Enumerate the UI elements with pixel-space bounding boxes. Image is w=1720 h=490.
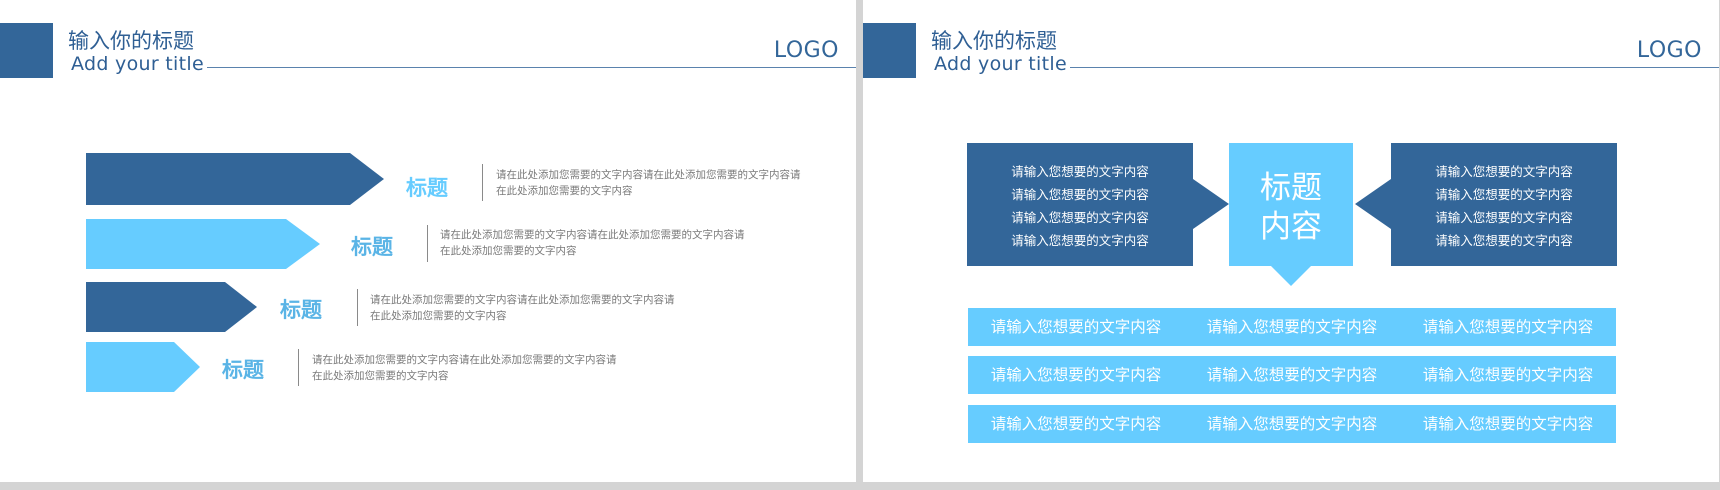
right-block: 请输入您想要的文字内容 请输入您想要的文字内容 请输入您想要的文字内容 请输入您…: [1391, 143, 1617, 266]
slide-left: 输入你的标题 Add your title LOGO 标题 请在此处添加您需要的…: [0, 0, 856, 482]
strip-cell: 请输入您想要的文字内容: [1206, 415, 1378, 433]
strip-cell: 请输入您想要的文字内容: [1422, 318, 1594, 336]
content-strip-2: 请输入您想要的文字内容 请输入您想要的文字内容 请输入您想要的文字内容: [968, 356, 1616, 394]
right-block-lines: 请输入您想要的文字内容 请输入您想要的文字内容 请输入您想要的文字内容 请输入您…: [1391, 160, 1617, 252]
left-block-line: 请输入您想要的文字内容: [1011, 210, 1149, 225]
right-block-line: 请输入您想要的文字内容: [1435, 164, 1573, 179]
row-divider-3: [357, 289, 358, 326]
row-text-3: 请在此处添加您需要的文字内容请在此处添加您需要的文字内容请在此处添加您需要的文字…: [370, 294, 675, 322]
left-block-line: 请输入您想要的文字内容: [1011, 164, 1149, 179]
content-strip-3: 请输入您想要的文字内容 请输入您想要的文字内容 请输入您想要的文字内容: [968, 405, 1616, 443]
row-divider-4: [298, 349, 299, 386]
center-title-line-2: 内容: [1260, 209, 1322, 245]
header-title-cn: 输入你的标题: [68, 29, 194, 53]
row-text-4: 请在此处添加您需要的文字内容请在此处添加您需要的文字内容请在此处添加您需要的文字…: [312, 354, 617, 382]
arrow-shape-4: [86, 342, 200, 392]
left-block: 请输入您想要的文字内容 请输入您想要的文字内容 请输入您想要的文字内容 请输入您…: [967, 143, 1193, 266]
row-title-3: 标题: [280, 298, 322, 322]
right-block-line: 请输入您想要的文字内容: [1435, 233, 1573, 248]
row-divider-1: [482, 164, 483, 201]
logo-text: LOGO: [773, 38, 839, 63]
left-block-line: 请输入您想要的文字内容: [1011, 187, 1149, 202]
strip-cell: 请输入您想要的文字内容: [1206, 318, 1378, 336]
header-title-en: Add your title: [71, 53, 204, 75]
header-accent-block: [0, 23, 53, 78]
strip-cell: 请输入您想要的文字内容: [1206, 366, 1378, 384]
header-divider-line: [207, 67, 856, 68]
content-strip-1: 请输入您想要的文字内容 请输入您想要的文字内容 请输入您想要的文字内容: [968, 308, 1616, 346]
center-title-line-1: 标题: [1260, 170, 1322, 206]
arrow-shape-3: [86, 282, 257, 332]
slide-right: 输入你的标题 Add your title LOGO 请输入您想要的文字内容 请…: [863, 0, 1719, 482]
strip-cell: 请输入您想要的文字内容: [990, 366, 1162, 384]
arrow-shape-2: [86, 219, 320, 269]
center-box: 标题 内容: [1229, 143, 1353, 266]
row-title-4: 标题: [222, 358, 264, 382]
header-divider-line: [1070, 67, 1719, 68]
center-title: 标题 内容: [1229, 169, 1353, 247]
header-accent-block: [863, 23, 916, 78]
right-block-line: 请输入您想要的文字内容: [1435, 187, 1573, 202]
row-title-1: 标题: [406, 176, 448, 200]
strip-cell: 请输入您想要的文字内容: [990, 415, 1162, 433]
left-block-line: 请输入您想要的文字内容: [1011, 233, 1149, 248]
row-title-2: 标题: [351, 235, 393, 259]
logo-text: LOGO: [1636, 38, 1702, 63]
row-text-1: 请在此处添加您需要的文字内容请在此处添加您需要的文字内容请在此处添加您需要的文字…: [496, 169, 801, 197]
left-block-lines: 请输入您想要的文字内容 请输入您想要的文字内容 请输入您想要的文字内容 请输入您…: [967, 160, 1193, 252]
strip-cell: 请输入您想要的文字内容: [1422, 415, 1594, 433]
header-title-cn: 输入你的标题: [931, 29, 1057, 53]
arrow-shape-1: [86, 153, 384, 205]
strip-cell: 请输入您想要的文字内容: [990, 318, 1162, 336]
header-title-en: Add your title: [934, 53, 1067, 75]
row-text-2: 请在此处添加您需要的文字内容请在此处添加您需要的文字内容请在此处添加您需要的文字…: [440, 229, 745, 257]
right-block-line: 请输入您想要的文字内容: [1435, 210, 1573, 225]
row-divider-2: [427, 225, 428, 262]
strip-cell: 请输入您想要的文字内容: [1422, 366, 1594, 384]
